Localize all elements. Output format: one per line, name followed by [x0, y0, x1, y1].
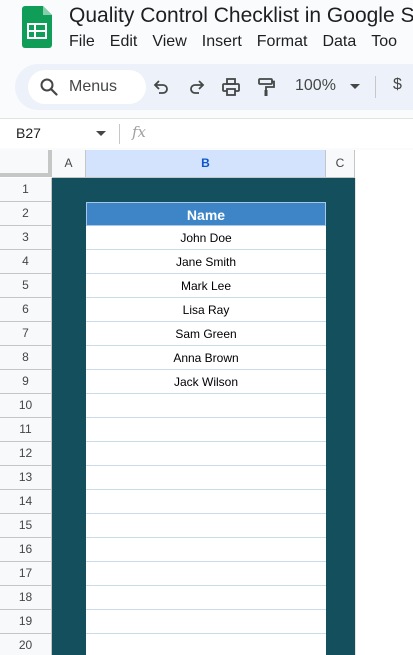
toolbar-divider	[375, 76, 376, 98]
menu-insert[interactable]: Insert	[195, 33, 250, 55]
name-box[interactable]: B27	[16, 125, 41, 141]
row-header[interactable]: 16	[0, 538, 52, 562]
table-cell-name[interactable]: Jack Wilson	[86, 370, 326, 394]
row-header[interactable]: 11	[0, 418, 52, 442]
empty-cells-area[interactable]	[355, 178, 413, 655]
search-icon	[40, 78, 58, 96]
table-cell-name[interactable]: Mark Lee	[86, 274, 326, 298]
table-cell-empty[interactable]	[86, 490, 326, 514]
table-cell-name[interactable]: Anna Brown	[86, 346, 326, 370]
table-cell-empty[interactable]	[86, 610, 326, 634]
row-header[interactable]: 5	[0, 274, 52, 298]
select-all-corner[interactable]	[0, 150, 52, 177]
menu-format[interactable]: Format	[250, 33, 316, 55]
sheets-app: Quality Control Checklist in Google Sh F…	[0, 0, 413, 655]
table-cell-empty[interactable]	[86, 418, 326, 442]
menu-file[interactable]: File	[69, 33, 103, 55]
table-cell-empty[interactable]	[86, 514, 326, 538]
row-header[interactable]: 2	[0, 202, 52, 226]
search-menus-label: Menus	[69, 78, 118, 95]
column-header-c[interactable]: C	[326, 150, 355, 178]
row-header[interactable]: 12	[0, 442, 52, 466]
menu-bar: File Edit View Insert Format Data Too	[69, 33, 405, 55]
table-header-name[interactable]: Name	[86, 202, 326, 226]
redo-icon[interactable]	[187, 77, 207, 97]
menu-edit[interactable]: Edit	[103, 33, 146, 55]
paint-format-icon[interactable]	[256, 77, 276, 97]
sheet-grid[interactable]: A B C 1 2 3 4 5 6 7 8 9 10 11 12 13 14 1…	[0, 150, 413, 655]
table-cell-empty[interactable]	[86, 394, 326, 418]
row-header[interactable]: 10	[0, 394, 52, 418]
menu-view[interactable]: View	[145, 33, 194, 55]
table-cell-empty[interactable]	[86, 586, 326, 610]
row-header[interactable]: 1	[0, 178, 52, 202]
formula-bar: B27 fx	[0, 118, 413, 148]
column-header-a[interactable]: A	[52, 150, 86, 178]
table-cell-name[interactable]: Jane Smith	[86, 250, 326, 274]
table-cell-empty[interactable]	[86, 562, 326, 586]
table-cell-empty[interactable]	[86, 538, 326, 562]
row-header[interactable]: 3	[0, 226, 52, 250]
table-cell-name[interactable]: Lisa Ray	[86, 298, 326, 322]
menu-data[interactable]: Data	[315, 33, 364, 55]
toolbar: Menus 100% $	[15, 64, 413, 110]
row-header[interactable]: 18	[0, 586, 52, 610]
row-header[interactable]: 15	[0, 514, 52, 538]
row-header[interactable]: 20	[0, 634, 52, 655]
row-header[interactable]: 17	[0, 562, 52, 586]
table-cell-empty[interactable]	[86, 442, 326, 466]
chevron-down-icon[interactable]	[96, 131, 106, 136]
row-header[interactable]: 14	[0, 490, 52, 514]
currency-format-button[interactable]: $	[393, 76, 402, 94]
row-header[interactable]: 13	[0, 466, 52, 490]
row-header[interactable]: 6	[0, 298, 52, 322]
row-header[interactable]: 8	[0, 346, 52, 370]
chevron-down-icon[interactable]	[350, 84, 360, 89]
table-cell-empty[interactable]	[86, 634, 326, 655]
column-header-b[interactable]: B	[86, 150, 326, 178]
table-cell-name[interactable]: Sam Green	[86, 322, 326, 346]
menu-tools[interactable]: Too	[364, 33, 405, 55]
search-menus-button[interactable]: Menus	[28, 70, 146, 104]
sheets-logo-icon[interactable]	[22, 6, 52, 48]
row-header[interactable]: 19	[0, 610, 52, 634]
row-header[interactable]: 4	[0, 250, 52, 274]
row-header[interactable]: 9	[0, 370, 52, 394]
zoom-select[interactable]: 100%	[295, 77, 336, 95]
print-icon[interactable]	[221, 77, 241, 97]
document-title[interactable]: Quality Control Checklist in Google Sh	[69, 4, 413, 28]
app-header: Quality Control Checklist in Google Sh F…	[0, 0, 413, 62]
table-cell-name[interactable]: John Doe	[86, 226, 326, 250]
table-cell-empty[interactable]	[86, 466, 326, 490]
fx-icon: fx	[132, 123, 147, 141]
formula-bar-divider	[119, 124, 120, 144]
row-header[interactable]: 7	[0, 322, 52, 346]
undo-icon[interactable]	[151, 77, 171, 97]
